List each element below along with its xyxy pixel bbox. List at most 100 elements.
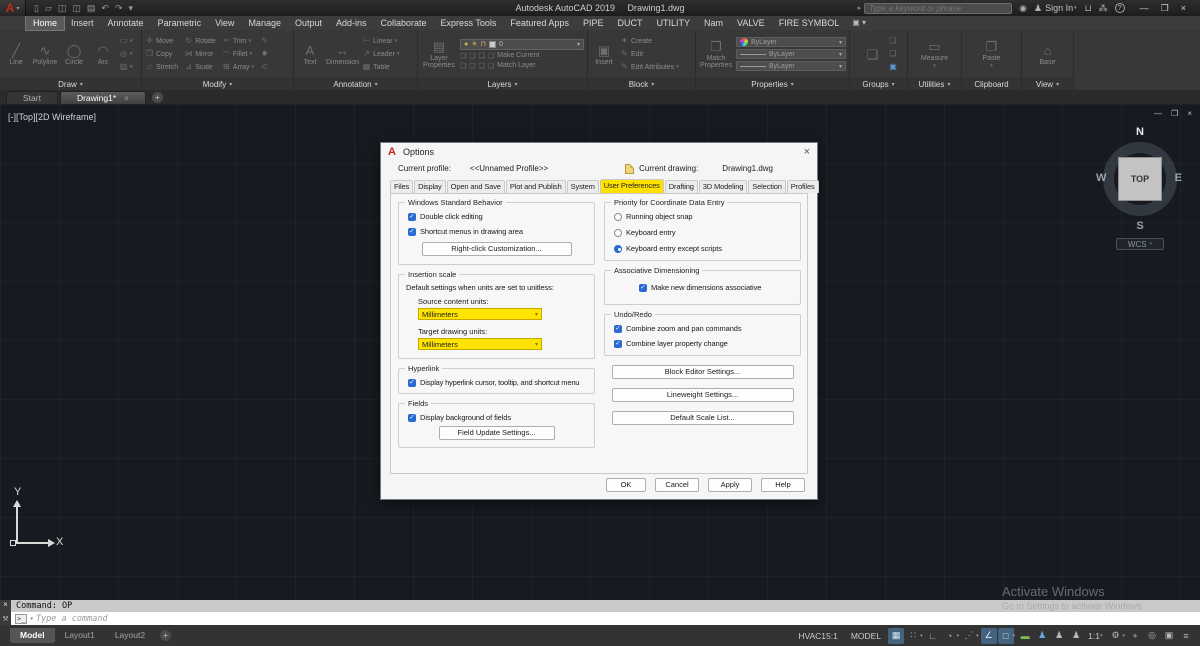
- field-update-settings-button[interactable]: Field Update Settings...: [439, 426, 555, 440]
- erase-tool[interactable]: ✎: [260, 36, 269, 47]
- media-panel-icon[interactable]: ▣ ▾: [846, 16, 872, 30]
- tab-user-preferences[interactable]: User Preferences: [600, 179, 664, 193]
- app-menu-button[interactable]: A ▾: [0, 0, 26, 16]
- linear-dimension-tool[interactable]: ⊢Linear▾: [362, 36, 399, 47]
- checkbox-shortcut-menus[interactable]: ✓ Shortcut menus in drawing area: [408, 227, 588, 236]
- panel-label-block[interactable]: Block▾: [588, 78, 695, 90]
- panel-label-properties[interactable]: Properties▾: [696, 78, 849, 90]
- copy-tool[interactable]: ❐Copy: [145, 49, 178, 60]
- autoscale-toggle[interactable]: ♟: [1051, 628, 1067, 644]
- options-dialog-titlebar[interactable]: A Options ×: [381, 143, 817, 161]
- save-as-icon[interactable]: ◫: [72, 0, 81, 16]
- window-close-button[interactable]: ×: [1181, 3, 1186, 14]
- table-tool[interactable]: ▦Table: [362, 62, 399, 73]
- stretch-tool[interactable]: ▱Stretch: [145, 62, 178, 73]
- viewcube-north[interactable]: N: [1136, 126, 1144, 138]
- tab-files[interactable]: Files: [390, 180, 413, 193]
- insert-block-tool[interactable]: ▣ Insert: [591, 43, 617, 66]
- arc-tool[interactable]: ◠ Arc: [90, 43, 116, 66]
- line-tool[interactable]: ╱ Line: [3, 43, 29, 66]
- ribbon-tab-featured-apps[interactable]: Featured Apps: [503, 16, 576, 30]
- layer-tool-icon[interactable]: ❏: [460, 62, 466, 70]
- file-tab-start[interactable]: Start: [6, 91, 58, 104]
- panel-label-clipboard[interactable]: Clipboard: [962, 78, 1021, 90]
- panel-label-modify[interactable]: Modify▾: [142, 78, 293, 90]
- ribbon-tab-annotate[interactable]: Annotate: [101, 16, 151, 30]
- fillet-tool[interactable]: ◠Fillet▾: [222, 49, 254, 60]
- checkbox-double-click-editing[interactable]: ✓ Double click editing: [408, 212, 588, 221]
- checkbox-display-background-of-fields[interactable]: ✓ Display background of fields: [408, 413, 588, 422]
- panel-label-annotation[interactable]: Annotation▾: [294, 78, 417, 90]
- recent-commands-icon[interactable]: >_: [15, 614, 27, 624]
- ok-button[interactable]: OK: [606, 478, 646, 492]
- source-content-units-dropdown[interactable]: Millimeters ▾: [418, 308, 542, 320]
- ribbon-tab-collaborate[interactable]: Collaborate: [374, 16, 434, 30]
- clean-screen-icon[interactable]: ▣: [1161, 628, 1177, 644]
- qat-customize-chevron-icon[interactable]: ▾: [129, 0, 134, 16]
- ortho-mode-toggle[interactable]: ∟: [925, 628, 941, 644]
- cancel-button[interactable]: Cancel: [655, 478, 699, 492]
- wcs-menu[interactable]: WCS ▾: [1116, 238, 1164, 250]
- panel-label-groups[interactable]: Groups▾: [850, 78, 907, 90]
- ribbon-tab-manage[interactable]: Manage: [241, 16, 288, 30]
- lineweight-display-toggle[interactable]: ▬: [1017, 628, 1033, 644]
- viewcube-top-face[interactable]: TOP: [1118, 157, 1162, 201]
- match-properties-tool[interactable]: ❐ Match Properties: [699, 39, 733, 69]
- close-tab-icon[interactable]: ×: [124, 92, 129, 105]
- panel-label-draw[interactable]: Draw▾: [0, 78, 141, 90]
- layer-properties-tool[interactable]: ▤ Layer Properties: [421, 39, 457, 69]
- redo-icon[interactable]: ↷: [115, 0, 123, 16]
- ribbon-tab-parametric[interactable]: Parametric: [151, 16, 209, 30]
- object-snap-tracking-toggle[interactable]: ∠: [981, 628, 997, 644]
- tab-drafting[interactable]: Drafting: [665, 180, 698, 193]
- rectangle-tool[interactable]: ▭▾: [119, 36, 133, 47]
- viewport-controls-label[interactable]: [-][Top][2D Wireframe]: [8, 112, 96, 122]
- app-store-cart-icon[interactable]: ⊔: [1085, 3, 1092, 14]
- circle-tool[interactable]: ◯ Circle: [61, 43, 87, 66]
- ribbon-tab-home[interactable]: Home: [26, 16, 64, 30]
- viewcube[interactable]: N W E S TOP WCS ▾: [1096, 126, 1184, 256]
- ribbon-tab-utility[interactable]: UTILITY: [649, 16, 697, 30]
- model-tab[interactable]: Model: [10, 628, 55, 643]
- customization-menu-icon[interactable]: ≡: [1178, 628, 1194, 644]
- panel-label-utilities[interactable]: Utilities▾: [908, 78, 961, 90]
- help-icon[interactable]: ?: [1115, 3, 1125, 13]
- trim-tool[interactable]: ✂Trim▾: [222, 36, 254, 47]
- isolate-objects-icon[interactable]: ◎: [1144, 628, 1160, 644]
- group-tool[interactable]: ❏: [860, 47, 886, 62]
- tab-open-and-save[interactable]: Open and Save: [447, 180, 505, 193]
- ellipse-tool[interactable]: ◎▾: [119, 49, 133, 60]
- tab-3d-modeling[interactable]: 3D Modeling: [699, 180, 747, 193]
- block-editor-settings-button[interactable]: Block Editor Settings...: [612, 365, 794, 379]
- help-button[interactable]: Help: [761, 478, 805, 492]
- annotation-scale-icon[interactable]: ♟: [1068, 628, 1084, 644]
- ribbon-tab-insert[interactable]: Insert: [64, 16, 101, 30]
- viewcube-south[interactable]: S: [1136, 220, 1143, 232]
- plot-icon[interactable]: ▤: [87, 0, 96, 16]
- ungroup-tool[interactable]: ❏: [889, 36, 898, 47]
- grid-display-toggle[interactable]: ▦: [888, 628, 904, 644]
- connect-share-icon[interactable]: ⁂: [1099, 3, 1108, 14]
- checkbox-display-hyperlink-cursor[interactable]: ✓ Display hyperlink cursor, tooltip, and…: [408, 378, 588, 387]
- workspace-switching-gear-icon[interactable]: ⚙: [1107, 628, 1123, 644]
- viewcube-east[interactable]: E: [1175, 172, 1182, 184]
- ribbon-tab-output[interactable]: Output: [288, 16, 329, 30]
- measure-tool[interactable]: ▭ Measure ▾: [921, 39, 948, 69]
- polar-tracking-toggle[interactable]: ◔: [942, 628, 958, 644]
- undo-icon[interactable]: ↶: [101, 0, 109, 16]
- model-space-label[interactable]: MODEL: [845, 631, 887, 641]
- viewport-minimize-icon[interactable]: —: [1154, 109, 1162, 118]
- chevron-down-icon[interactable]: ▾: [30, 616, 33, 622]
- layer-tool-icon[interactable]: ❏: [460, 52, 466, 60]
- paste-tool[interactable]: ❐ Paste ▾: [979, 39, 1005, 69]
- annotation-visibility-toggle[interactable]: ♟: [1034, 628, 1050, 644]
- ribbon-tab-fire-symbol[interactable]: FIRE SYMBOL: [772, 16, 847, 30]
- radio-keyboard-entry-except-scripts[interactable]: Keyboard entry except scripts: [614, 244, 794, 253]
- chevron-down-icon[interactable]: ▾: [957, 633, 960, 639]
- rotate-tool[interactable]: ↻Rotate: [184, 36, 216, 47]
- base-view-tool[interactable]: ⌂ Base: [1035, 43, 1061, 66]
- match-layer-tool[interactable]: Match Layer: [497, 62, 536, 69]
- linetype-dropdown[interactable]: ByLayer ▾: [736, 61, 846, 71]
- tab-selection[interactable]: Selection: [748, 180, 786, 193]
- layout2-tab[interactable]: Layout2: [105, 628, 155, 643]
